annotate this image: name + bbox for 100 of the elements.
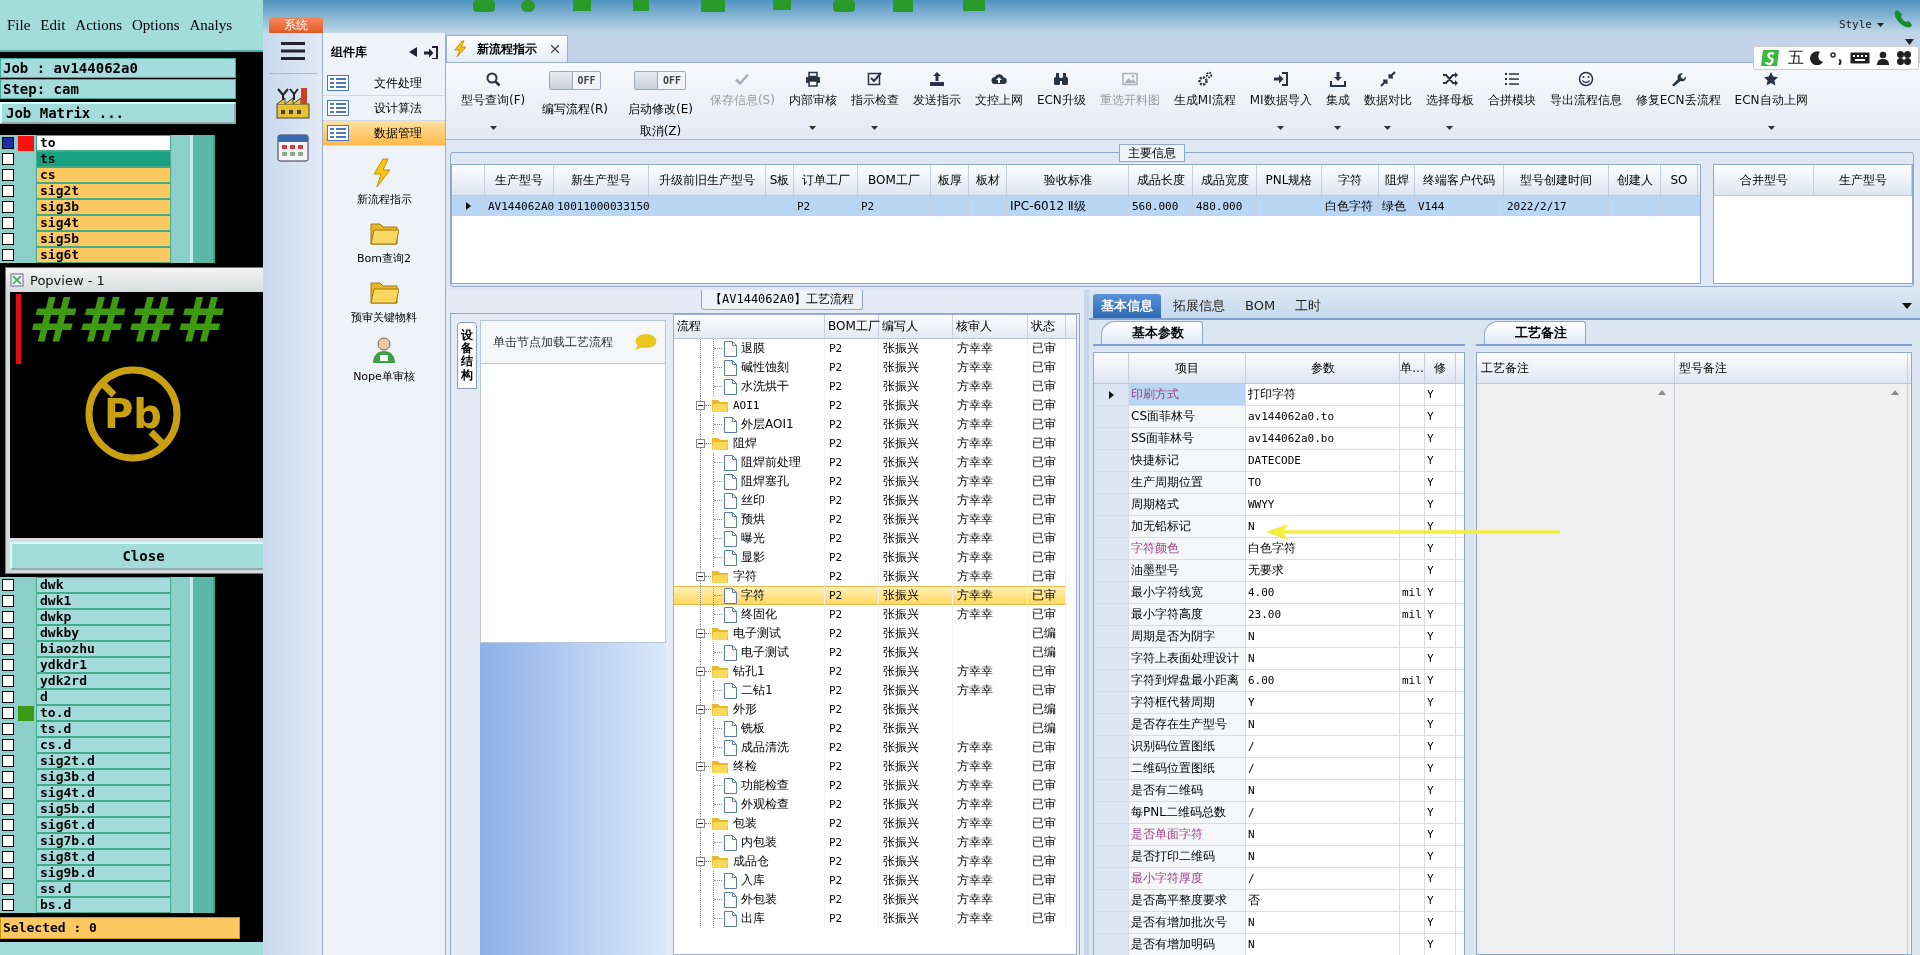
toolbar-button[interactable]: 选择母板 [1418, 71, 1481, 137]
tool-item[interactable]: Nope单审核 [323, 335, 445, 384]
column-header[interactable]: SO [1661, 165, 1698, 195]
column-header[interactable]: 字符 [1322, 165, 1379, 195]
tool-item[interactable]: 新流程指示 [323, 158, 445, 207]
toolbar-button[interactable]: ECN自动上网 [1727, 71, 1815, 137]
column-header[interactable]: 验收标准 [1007, 165, 1129, 195]
layer-name[interactable]: sig6t [36, 247, 171, 264]
tab[interactable]: 工艺备注 [1484, 321, 1586, 344]
tree-node-label[interactable]: 阻焊 [729, 435, 757, 452]
tab[interactable]: BOM [1237, 294, 1284, 318]
table-row[interactable]: AV144062A0 10011000033150 P2 P2 IPC-6012 Ⅱ级 560.000 480.000 白色字符 绿色 V144 2022/2/17 [452, 196, 1700, 216]
property-value[interactable]: av144062a0.bo [1246, 428, 1400, 449]
property-name[interactable]: 是否有二维码 [1129, 780, 1246, 801]
tree-node-label[interactable]: 入库 [737, 872, 765, 889]
property-name[interactable]: 加无铅标记 [1129, 516, 1246, 537]
property-name[interactable]: SS面菲林号 [1129, 428, 1246, 449]
column-header[interactable]: 核审人 [953, 315, 1028, 338]
column-header[interactable]: 成品宽度 [1193, 165, 1257, 195]
column-header[interactable]: 成品长度 [1129, 165, 1193, 195]
property-value[interactable]: N [1246, 912, 1400, 933]
tree-node-label[interactable]: 二钻1 [737, 682, 773, 699]
vertical-tab[interactable]: 设备结构 [457, 322, 477, 389]
property-value[interactable]: 6.00 [1246, 670, 1400, 691]
column-header[interactable]: 板材 [969, 165, 1007, 195]
property-name[interactable]: 识别码位置图纸 [1129, 736, 1246, 757]
property-name[interactable]: 油墨型号 [1129, 560, 1246, 581]
toolbar-button[interactable]: 型号查询(F) [454, 71, 533, 137]
property-name[interactable]: 每PNL二维码总数 [1129, 802, 1246, 823]
property-value[interactable]: TO [1246, 472, 1400, 493]
layer-name[interactable]: sig7b.d [36, 833, 171, 850]
property-name[interactable]: 是否高平整度要求 [1129, 890, 1246, 911]
category-item[interactable]: 文件处理 [323, 71, 445, 96]
toolbar-button[interactable]: 修复ECN丢流程 [1628, 71, 1728, 137]
tree-node-label[interactable]: 阻焊塞孔 [737, 473, 789, 490]
menu-item[interactable]: File [2, 16, 36, 34]
layer-name[interactable]: to [36, 135, 171, 152]
style-menu[interactable]: Style [1838, 18, 1872, 31]
layer-name[interactable]: dwk [36, 577, 171, 594]
property-value[interactable]: N [1246, 934, 1400, 955]
column-header[interactable]: 订单工厂 [794, 165, 858, 195]
tree-node-label[interactable]: 字符 [737, 587, 765, 604]
column-header[interactable]: 修 [1425, 353, 1456, 383]
document-tab[interactable]: 新流程指示 [446, 35, 568, 62]
category-item[interactable]: 数据管理 [323, 121, 445, 146]
tree-node-label[interactable]: 出库 [737, 910, 765, 927]
layer-name[interactable]: sig5b.d [36, 801, 171, 818]
tree-node-label[interactable]: 电子测试 [737, 644, 789, 661]
layer-name[interactable]: dwkby [36, 625, 171, 642]
column-header[interactable]: BOM工厂 [825, 315, 879, 338]
toolbar-button[interactable]: ECN升级 [1029, 71, 1093, 137]
property-name[interactable]: 是否存在生产型号 [1129, 714, 1246, 735]
property-name[interactable]: CS面菲林号 [1129, 406, 1246, 427]
property-value[interactable]: Y [1246, 692, 1400, 713]
toolbar-button[interactable]: 合拼模块 [1480, 71, 1543, 137]
tree-node-label[interactable]: 功能检查 [737, 777, 789, 794]
property-name[interactable]: 最小字符厚度 [1129, 868, 1246, 889]
layer-name[interactable]: sig2t.d [36, 753, 171, 770]
menu-item[interactable]: Edit [35, 16, 71, 34]
tree-node-label[interactable]: 碱性蚀刻 [737, 359, 789, 376]
column-header[interactable]: S板 [766, 165, 794, 195]
tab[interactable]: 拓展信息 [1165, 294, 1233, 318]
tree-node-label[interactable]: 终检 [729, 758, 757, 775]
layer-name[interactable]: sig4t.d [36, 785, 171, 802]
column-header[interactable]: 生产型号 [1814, 165, 1912, 195]
column-header[interactable]: 项目 [1129, 353, 1246, 383]
property-name[interactable]: 最小字符线宽 [1129, 582, 1246, 603]
property-name[interactable]: 周期是否为阴字 [1129, 626, 1246, 647]
property-value[interactable]: 打印字符 [1246, 384, 1400, 405]
property-value[interactable]: N [1246, 780, 1400, 801]
property-value[interactable]: / [1246, 758, 1400, 779]
tab[interactable]: 基本信息 [1093, 294, 1161, 318]
column-header[interactable]: 流程 [674, 315, 825, 338]
toolbar-button[interactable]: 导出流程信息 [1542, 71, 1629, 137]
property-value[interactable]: av144062a0.to [1246, 406, 1400, 427]
menu-item[interactable]: Analys [184, 16, 238, 34]
toolbar-button[interactable]: 生成MI流程 [1166, 71, 1243, 137]
tree-node-label[interactable]: 阻焊前处理 [737, 454, 801, 471]
layer-name[interactable]: to.d [36, 705, 171, 722]
property-name[interactable]: 字符框代替周期 [1129, 692, 1246, 713]
column-header[interactable]: 终端客户代码 [1415, 165, 1504, 195]
layer-name[interactable]: sig3b.d [36, 769, 171, 786]
column-header[interactable]: 型号创建时间 [1504, 165, 1609, 195]
column-header[interactable]: 升级前旧生产型号 [649, 165, 766, 195]
column-header[interactable]: 板厚 [931, 165, 969, 195]
tree-node-label[interactable]: 外层AOI1 [737, 416, 794, 433]
column-header[interactable]: PNL规格 [1257, 165, 1322, 195]
toolbar-button[interactable]: 数据对比 [1356, 71, 1419, 137]
layer-name[interactable]: ydkdr1 [36, 657, 171, 674]
layer-name[interactable]: sig5b [36, 231, 171, 248]
property-value[interactable]: 无要求 [1246, 560, 1400, 581]
toolbar-button[interactable]: 集成 [1318, 71, 1357, 137]
property-value[interactable]: N [1246, 846, 1400, 867]
tree-node-label[interactable]: 丝印 [737, 492, 765, 509]
tree-node-label[interactable]: 显影 [737, 549, 765, 566]
layer-name[interactable]: sig8t.d [36, 849, 171, 866]
property-value[interactable]: / [1246, 802, 1400, 823]
property-value[interactable]: 否 [1246, 890, 1400, 911]
property-name[interactable]: 字符上表面处理设计 [1129, 648, 1246, 669]
column-header[interactable]: 型号备注 [1675, 353, 1908, 383]
